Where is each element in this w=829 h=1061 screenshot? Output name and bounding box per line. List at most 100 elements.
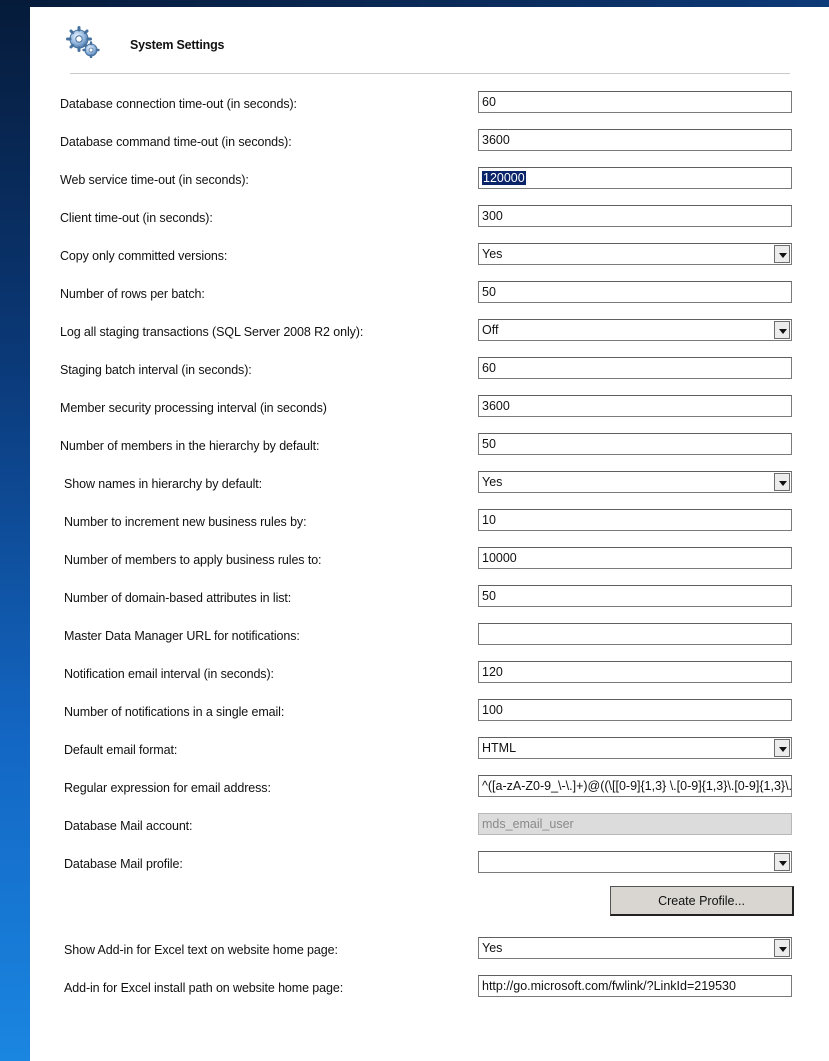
setting-row-regular-expression-for-email-address: Regular expression for email address: ^([… [30, 775, 829, 799]
setting-label: Regular expression for email address: [64, 781, 271, 795]
setting-value: 3600 [482, 133, 510, 147]
setting-input[interactable]: http://go.microsoft.com/fwlink/?LinkId=2… [478, 975, 792, 997]
dropdown-arrow-icon[interactable] [774, 245, 790, 263]
navigation-pane-edge [0, 0, 30, 1061]
setting-input[interactable]: 60 [478, 91, 792, 113]
setting-label: Number to increment new business rules b… [64, 515, 307, 529]
setting-row-number-of-notifications-in-a-single-email: Number of notifications in a single emai… [30, 699, 829, 723]
setting-input[interactable]: 10 [478, 509, 792, 531]
dropdown-arrow-icon[interactable] [774, 321, 790, 339]
window-top-border [0, 0, 829, 7]
setting-row-database-mail-account: Database Mail account: mds_email_user [30, 813, 829, 837]
setting-row-show-add-in-for-excel-text-on-website-home-page: Show Add-in for Excel text on website ho… [30, 937, 829, 961]
setting-input[interactable]: 60 [478, 357, 792, 379]
setting-label: Add-in for Excel install path on website… [64, 981, 344, 995]
dropdown-arrow-icon[interactable] [774, 473, 790, 491]
setting-row-log-all-staging-transactions: Log all staging transactions (SQL Server… [30, 319, 829, 343]
setting-input[interactable] [478, 623, 792, 645]
setting-input[interactable]: 10000 [478, 547, 792, 569]
system-settings-panel: System Settings Database connection time… [30, 7, 829, 1061]
setting-row-client-time-out: Client time-out (in seconds): 300 [30, 205, 829, 229]
header-divider [70, 73, 790, 74]
setting-input[interactable]: 120000 [478, 167, 792, 189]
setting-row-database-connection-time-out: Database connection time-out (in seconds… [30, 91, 829, 115]
setting-row-add-in-for-excel-install-path-on-website-home-page: Add-in for Excel install path on website… [30, 975, 829, 999]
setting-value: 50 [482, 589, 496, 603]
setting-row-number-of-members-to-apply-business-rules-to: Number of members to apply business rule… [30, 547, 829, 571]
setting-value: 100 [482, 703, 503, 717]
setting-input[interactable]: 120 [478, 661, 792, 683]
setting-row-web-service-time-out: Web service time-out (in seconds): 120000 [30, 167, 829, 191]
setting-label: Number of members in the hierarchy by de… [60, 439, 320, 453]
setting-value: 3600 [482, 399, 510, 413]
setting-row-number-of-members-in-the-hierarchy-by-default: Number of members in the hierarchy by de… [30, 433, 829, 457]
setting-label: Database connection time-out (in seconds… [60, 97, 297, 111]
setting-label: Notification email interval (in seconds)… [64, 667, 274, 681]
setting-row-default-email-format: Default email format: HTML [30, 737, 829, 761]
create-profile-button[interactable]: Create Profile... [610, 886, 794, 916]
setting-value: 10000 [482, 551, 517, 565]
gears-icon [66, 26, 100, 58]
setting-label: Web service time-out (in seconds): [60, 173, 249, 187]
setting-row-database-mail-profile: Database Mail profile: [30, 851, 829, 875]
setting-value: Yes [482, 475, 503, 489]
setting-label: Show names in hierarchy by default: [64, 477, 262, 491]
setting-dropdown[interactable]: Off [478, 319, 792, 341]
setting-input[interactable]: 3600 [478, 129, 792, 151]
setting-label: Show Add-in for Excel text on website ho… [64, 943, 338, 957]
setting-label: Database Mail profile: [64, 857, 183, 871]
setting-row-copy-only-committed-versions: Copy only committed versions: Yes [30, 243, 829, 267]
setting-label: Client time-out (in seconds): [60, 211, 213, 225]
setting-input[interactable]: 50 [478, 281, 792, 303]
setting-label: Default email format: [64, 743, 178, 757]
setting-dropdown[interactable]: Yes [478, 937, 792, 959]
setting-label: Copy only committed versions: [60, 249, 228, 263]
setting-row-number-of-rows-per-batch: Number of rows per batch: 50 [30, 281, 829, 305]
setting-dropdown[interactable]: Yes [478, 471, 792, 493]
setting-label: Staging batch interval (in seconds): [60, 363, 252, 377]
setting-dropdown[interactable]: Yes [478, 243, 792, 265]
setting-label: Number of domain-based attributes in lis… [64, 591, 292, 605]
setting-value: HTML [482, 741, 517, 755]
page-title: System Settings [130, 38, 225, 52]
setting-input[interactable]: 50 [478, 433, 792, 455]
setting-row-show-names-in-hierarchy-by-default: Show names in hierarchy by default: Yes [30, 471, 829, 495]
setting-input[interactable]: ^([a-zA-Z0-9_\-\.]+)@((\[[0-9]{1,3} \.[0… [478, 775, 792, 797]
setting-value: mds_email_user [482, 817, 574, 831]
setting-value: 300 [482, 209, 503, 223]
setting-row-database-command-time-out: Database command time-out (in seconds): 3… [30, 129, 829, 153]
dropdown-arrow-icon[interactable] [774, 939, 790, 957]
setting-label: Database command time-out (in seconds): [60, 135, 292, 149]
setting-value: http://go.microsoft.com/fwlink/?LinkId=2… [482, 979, 736, 993]
setting-value: 60 [482, 361, 496, 375]
setting-value: Yes [482, 941, 503, 955]
setting-value: 60 [482, 95, 496, 109]
setting-value: Yes [482, 247, 503, 261]
setting-value: 120 [482, 665, 503, 679]
setting-input[interactable]: 300 [478, 205, 792, 227]
setting-label: Number of notifications in a single emai… [64, 705, 285, 719]
setting-label: Database Mail account: [64, 819, 193, 833]
setting-value: 50 [482, 437, 496, 451]
setting-dropdown[interactable] [478, 851, 792, 873]
setting-value: 10 [482, 513, 496, 527]
setting-row-notification-email-interval: Notification email interval (in seconds)… [30, 661, 829, 685]
setting-label: Master Data Manager URL for notification… [64, 629, 300, 643]
setting-input[interactable]: 100 [478, 699, 792, 721]
setting-row-member-security-processing-interval: Member security processing interval (in … [30, 395, 829, 419]
setting-label: Number of members to apply business rule… [64, 553, 322, 567]
setting-row-number-of-domain-based-attributes-in-list: Number of domain-based attributes in lis… [30, 585, 829, 609]
dropdown-arrow-icon[interactable] [774, 739, 790, 757]
setting-row-staging-batch-interval: Staging batch interval (in seconds): 60 [30, 357, 829, 381]
setting-value: 50 [482, 285, 496, 299]
setting-value: ^([a-zA-Z0-9_\-\.]+)@((\[[0-9]{1,3} \.[0… [482, 779, 792, 793]
setting-row-number-to-increment-new-business-rules-by: Number to increment new business rules b… [30, 509, 829, 533]
setting-input[interactable]: 3600 [478, 395, 792, 417]
setting-label: Log all staging transactions (SQL Server… [60, 325, 364, 339]
dropdown-arrow-icon[interactable] [774, 853, 790, 871]
setting-value: Off [482, 323, 499, 337]
setting-dropdown[interactable]: HTML [478, 737, 792, 759]
setting-value: 120000 [482, 171, 526, 185]
setting-label: Number of rows per batch: [60, 287, 205, 301]
setting-input[interactable]: 50 [478, 585, 792, 607]
